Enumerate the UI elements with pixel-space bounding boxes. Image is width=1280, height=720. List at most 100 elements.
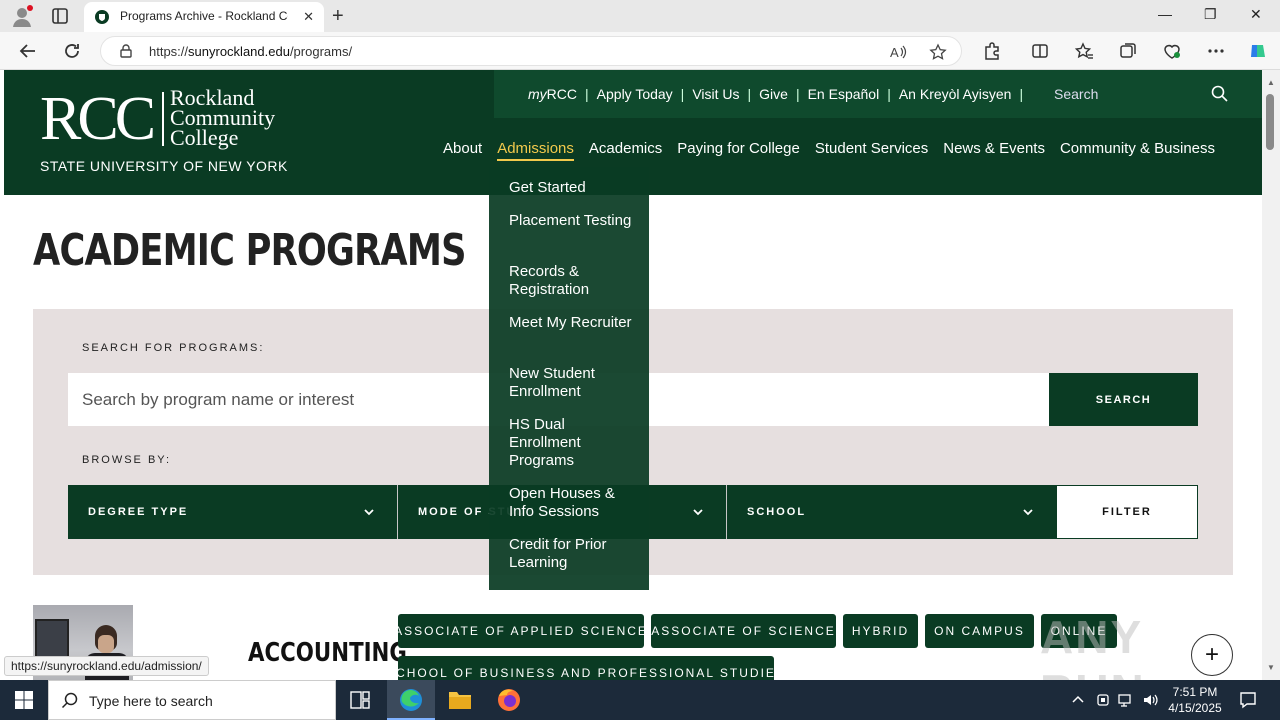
firefox-icon[interactable] (485, 680, 533, 720)
taskbar-clock[interactable]: 7:51 PM 4/15/2025 (1160, 684, 1230, 716)
volume-icon[interactable] (1142, 692, 1158, 708)
page-title: ACADEMIC PROGRAMS (33, 225, 466, 276)
svg-text:A: A (890, 45, 899, 60)
util-link-kreyol[interactable]: An Kreyòl Ayisyen (899, 86, 1012, 102)
windows-taskbar: Type here to search 7:51 PM 4/15/2025 (0, 680, 1280, 720)
split-screen-icon[interactable] (1030, 41, 1050, 61)
dropdown-item-new-student-enrollment[interactable]: New Student Enrollment (509, 365, 639, 401)
util-link-espanol[interactable]: En Español (808, 86, 880, 102)
dropdown-item-records-registration[interactable]: Records & Registration (509, 263, 639, 299)
close-window-icon[interactable]: ✕ (1250, 6, 1262, 23)
url-scheme: https:// (149, 44, 189, 59)
notification-icon[interactable] (1238, 690, 1258, 710)
network-icon[interactable] (1118, 692, 1134, 708)
favorite-star-icon[interactable] (929, 43, 947, 61)
program-tag[interactable]: ASSOCIATE OF SCIENCE (651, 614, 836, 648)
program-tag[interactable]: ON CAMPUS (925, 614, 1034, 648)
dropdown-item-placement-testing[interactable]: Placement Testing (509, 212, 639, 230)
util-link-apply[interactable]: Apply Today (597, 86, 673, 102)
dropdown-item-get-started[interactable]: Get Started (509, 179, 639, 197)
edge-taskbar-icon[interactable] (387, 680, 435, 720)
clock-date: 4/15/2025 (1168, 701, 1222, 715)
chevron-down-icon (692, 505, 704, 517)
scrollbar-thumb[interactable] (1266, 94, 1274, 150)
more-options-icon[interactable] (1206, 41, 1226, 61)
browser-essentials-icon[interactable] (1162, 41, 1182, 61)
nav-student-services[interactable]: Student Services (815, 140, 928, 157)
back-icon[interactable] (18, 41, 38, 61)
admissions-dropdown: Get Started Placement Testing Records & … (489, 167, 649, 590)
chevron-down-icon (363, 505, 375, 517)
filter-button[interactable]: FILTER (1056, 485, 1198, 539)
windows-start-icon[interactable] (14, 690, 34, 710)
url-text[interactable]: https://sunyrockland.edu/programs/ (149, 44, 352, 59)
degree-type-select[interactable]: DEGREE TYPE (68, 485, 398, 539)
plus-icon[interactable]: + (1191, 634, 1233, 676)
search-icon[interactable] (1211, 85, 1229, 103)
page-scrollbar[interactable]: ▲ ▼ (1262, 70, 1280, 680)
tray-chevron-up-icon[interactable] (1070, 692, 1086, 708)
favorites-icon[interactable] (1074, 41, 1094, 61)
dropdown-item-meet-recruiter[interactable]: Meet My Recruiter (509, 314, 639, 332)
logo-letters: RCC (40, 85, 156, 153)
new-tab-icon[interactable]: + (332, 5, 344, 28)
program-tag[interactable]: ASSOCIATE OF APPLIED SCIENCE (394, 614, 646, 648)
nav-academics[interactable]: Academics (589, 140, 662, 157)
dropdown-item-open-houses[interactable]: Open Houses & Info Sessions (509, 485, 639, 521)
nav-about[interactable]: About (443, 140, 482, 157)
tab-actions-icon[interactable] (50, 6, 70, 26)
util-link-visit[interactable]: Visit Us (692, 86, 739, 102)
nav-news-events[interactable]: News & Events (943, 140, 1045, 157)
read-aloud-icon[interactable]: A (889, 43, 907, 61)
status-bar-url: https://sunyrockland.edu/admission/ (4, 656, 209, 676)
utility-links: myRCC | Apply Today | Visit Us | Give | En Españ… (528, 86, 1024, 102)
url-path: /programs/ (289, 44, 353, 59)
program-name[interactable]: ACCOUNTING (248, 638, 407, 668)
file-explorer-icon[interactable] (436, 680, 484, 720)
taskbar-search-box[interactable]: Type here to search (48, 680, 336, 720)
copilot-icon[interactable] (1248, 41, 1268, 61)
browser-toolbar: https://sunyrockland.edu/programs/ A (0, 32, 1280, 70)
select-label: DEGREE TYPE (88, 506, 189, 518)
minimize-icon[interactable]: — (1158, 6, 1172, 22)
logo-suny: STATE UNIVERSITY OF NEW YORK (40, 158, 288, 174)
scroll-up-icon[interactable]: ▲ (1267, 78, 1275, 87)
school-select[interactable]: SCHOOL (727, 485, 1056, 539)
site-search-input[interactable] (1052, 82, 1212, 106)
tab-title: Programs Archive - Rockland Co (120, 9, 288, 23)
close-tab-icon[interactable]: ✕ (303, 9, 314, 25)
clock-time: 7:51 PM (1172, 685, 1218, 699)
browser-tab-strip: Programs Archive - Rockland Co ✕ + — ❐ ✕ (0, 0, 1280, 32)
main-nav: About Admissions Academics Paying for Colle… (443, 140, 1230, 161)
search-button[interactable]: SEARCH (1049, 373, 1198, 426)
nav-admissions[interactable]: Admissions (497, 140, 574, 161)
rcc-shield-icon (94, 9, 110, 25)
profile-icon[interactable] (10, 4, 34, 28)
browser-tab-active[interactable]: Programs Archive - Rockland Co ✕ (84, 2, 324, 32)
url-host: sunyrockland.edu (188, 44, 290, 59)
program-tag[interactable]: HYBRID (843, 614, 918, 648)
restore-icon[interactable]: ❐ (1204, 6, 1217, 23)
collections-icon[interactable] (1118, 41, 1138, 61)
program-tag[interactable]: SCHOOL OF BUSINESS AND PROFESSIONAL STUD… (386, 656, 784, 680)
logo-name-line: College (170, 125, 239, 150)
web-page: RCC Rockland Community College STATE UNI… (0, 70, 1262, 680)
address-bar[interactable]: https://sunyrockland.edu/programs/ A (100, 36, 962, 66)
search-label: SEARCH FOR PROGRAMS: (82, 342, 265, 354)
scroll-down-icon[interactable]: ▼ (1267, 663, 1275, 672)
nav-paying-for-college[interactable]: Paying for College (677, 140, 800, 157)
task-view-icon[interactable] (336, 680, 384, 720)
dropdown-item-credit-prior-learning[interactable]: Credit for Prior Learning (509, 536, 639, 572)
browse-label: BROWSE BY: (82, 454, 172, 466)
logo-name: Rockland Community College (170, 87, 275, 150)
dropdown-item-hs-dual-enrollment[interactable]: HS Dual Enrollment Programs (509, 416, 639, 470)
lock-icon[interactable] (119, 44, 133, 58)
search-icon (61, 692, 79, 710)
util-link-give[interactable]: Give (759, 86, 788, 102)
util-link-myrcc[interactable]: myRCC (528, 86, 577, 102)
refresh-icon[interactable] (62, 41, 82, 61)
nav-community-business[interactable]: Community & Business (1060, 140, 1215, 157)
logo-divider (162, 92, 164, 146)
extensions-icon[interactable] (982, 41, 1002, 61)
device-icon[interactable] (1095, 692, 1111, 708)
